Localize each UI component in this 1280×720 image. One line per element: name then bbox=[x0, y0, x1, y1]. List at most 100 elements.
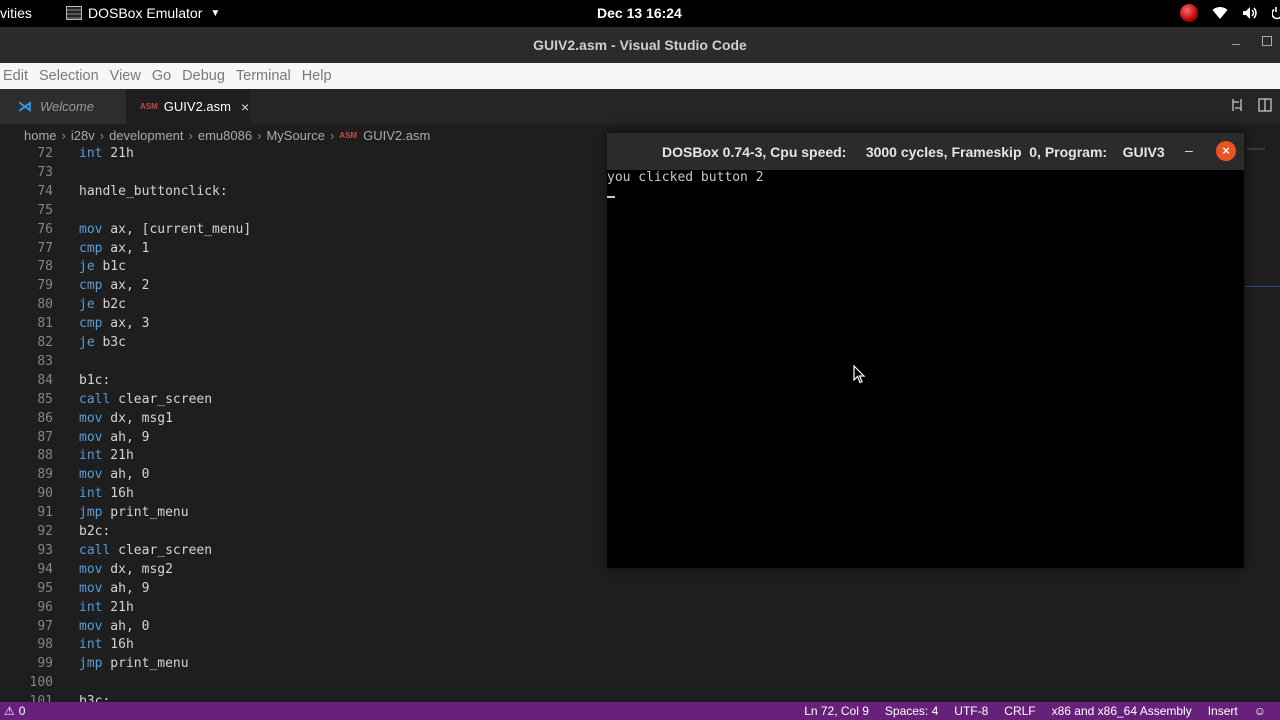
code-line[interactable]: 101 b3c: bbox=[10, 692, 1280, 702]
breadcrumb-file[interactable]: GUIV2.asm bbox=[363, 128, 430, 143]
code-operands: ah, 9 bbox=[102, 429, 150, 445]
wifi-icon[interactable] bbox=[1212, 6, 1228, 20]
code-text: handle_buttonclick: bbox=[79, 182, 228, 201]
cursor-position[interactable]: Ln 72, Col 9 bbox=[796, 704, 877, 718]
dosbox-window[interactable]: DOSBox 0.74-3, Cpu speed: 3000 cycles, F… bbox=[607, 133, 1244, 568]
language-mode[interactable]: x86 and x86_64 Assembly bbox=[1044, 704, 1200, 718]
minimap-slider[interactable] bbox=[1245, 286, 1280, 287]
feedback-smiley-icon[interactable]: ☺ bbox=[1246, 704, 1274, 718]
code-operands: 16h bbox=[102, 637, 134, 653]
minimize-button[interactable]: – bbox=[1232, 35, 1240, 51]
dosbox-output-line: you clicked button 2 bbox=[607, 170, 764, 185]
code-text: call clear_screen bbox=[79, 541, 212, 560]
instruction-keyword: jmp bbox=[79, 656, 103, 672]
code-text: mov ax, [current_menu] bbox=[79, 220, 251, 239]
line-number: 92 bbox=[37, 524, 53, 539]
breadcrumb-i28v[interactable]: i28v bbox=[71, 128, 95, 143]
code-line[interactable]: 97 mov ah, 0 bbox=[10, 617, 1280, 636]
split-editor-icon[interactable] bbox=[1258, 98, 1272, 112]
encoding[interactable]: UTF-8 bbox=[946, 704, 996, 718]
code-text: int 21h bbox=[79, 446, 134, 465]
line-ending[interactable]: CRLF bbox=[996, 704, 1043, 718]
problems-count: 0 bbox=[18, 704, 26, 718]
code-line[interactable]: 99 jmp print_menu bbox=[10, 654, 1280, 673]
status-bar: ⚠ 0 Ln 72, Col 9 Spaces: 4 UTF-8 CRLF x8… bbox=[0, 702, 1280, 720]
window-title-bar[interactable]: GUIV2.asm - Visual Studio Code – bbox=[0, 27, 1280, 63]
line-number: 99 bbox=[37, 656, 53, 672]
line-number: 86 bbox=[37, 410, 53, 426]
record-indicator-icon[interactable] bbox=[1180, 4, 1198, 22]
line-number: 77 bbox=[37, 240, 53, 256]
instruction-keyword: int bbox=[79, 146, 103, 161]
dosbox-close-button[interactable]: × bbox=[1216, 141, 1236, 161]
line-number: 95 bbox=[37, 580, 53, 596]
app-menu[interactable]: DOSBox Emulator ▼ bbox=[66, 5, 220, 21]
code-text: int 21h bbox=[79, 598, 134, 617]
menu-view[interactable]: View bbox=[106, 68, 145, 84]
power-icon[interactable] bbox=[1272, 6, 1280, 20]
line-number: 97 bbox=[37, 618, 53, 634]
code-operands: b3c: bbox=[79, 694, 111, 702]
dosbox-screen[interactable]: you clicked button 2 bbox=[607, 170, 1244, 568]
tab-guiv2-asm[interactable]: ASM GUIV2.asm × bbox=[126, 89, 250, 124]
menu-help[interactable]: Help bbox=[298, 68, 336, 84]
line-number: 93 bbox=[37, 542, 53, 558]
breadcrumb: home › i28v › development › emu8086 › MySour… bbox=[24, 126, 430, 144]
code-line[interactable]: 98 int 16h bbox=[10, 635, 1280, 654]
instruction-keyword: mov bbox=[79, 561, 103, 577]
code-operands: ah, 9 bbox=[102, 580, 150, 596]
code-text: mov ah, 9 bbox=[79, 579, 149, 598]
indentation[interactable]: Spaces: 4 bbox=[877, 704, 946, 718]
breadcrumb-home[interactable]: home bbox=[24, 128, 57, 143]
instruction-keyword: int bbox=[79, 486, 103, 502]
instruction-keyword: je bbox=[79, 335, 95, 350]
instruction-keyword: jmp bbox=[79, 505, 103, 521]
input-mode[interactable]: Insert bbox=[1200, 704, 1246, 718]
volume-icon[interactable] bbox=[1242, 6, 1258, 20]
code-text: cmp ax, 1 bbox=[79, 239, 149, 258]
code-operands: ax, [current_menu] bbox=[102, 221, 252, 237]
breadcrumb-mysource[interactable]: MySource bbox=[266, 128, 325, 143]
line-number: 72 bbox=[37, 146, 53, 161]
code-text: je b1c bbox=[79, 257, 126, 276]
code-text: mov dx, msg2 bbox=[79, 560, 173, 579]
line-number: 76 bbox=[37, 221, 53, 237]
line-number: 74 bbox=[37, 183, 53, 199]
dosbox-title-bar[interactable]: DOSBox 0.74-3, Cpu speed: 3000 cycles, F… bbox=[607, 133, 1244, 170]
dosbox-minimize-button[interactable]: – bbox=[1185, 142, 1193, 158]
breadcrumb-development[interactable]: development bbox=[109, 128, 183, 143]
clock[interactable]: Dec 13 16:24 bbox=[597, 5, 682, 21]
menu-terminal[interactable]: Terminal bbox=[232, 68, 295, 84]
code-operands: ah, 0 bbox=[102, 618, 150, 634]
menu-edit[interactable]: Edit bbox=[0, 68, 32, 84]
code-text: int 16h bbox=[79, 484, 134, 503]
minimap[interactable] bbox=[1247, 148, 1265, 150]
code-operands: print_menu bbox=[102, 656, 189, 672]
tab-welcome[interactable]: ⋊ Welcome bbox=[0, 89, 126, 124]
instruction-keyword: int bbox=[79, 637, 103, 653]
line-number: 91 bbox=[37, 505, 53, 521]
problems-indicator[interactable]: ⚠ 0 bbox=[4, 704, 25, 718]
code-text: cmp ax, 2 bbox=[79, 276, 149, 295]
code-operands: b1c bbox=[94, 259, 126, 275]
breadcrumb-emu8086[interactable]: emu8086 bbox=[198, 128, 252, 143]
code-line[interactable]: 95 mov ah, 9 bbox=[10, 579, 1280, 598]
maximize-button[interactable] bbox=[1262, 36, 1272, 46]
code-text: int 21h bbox=[79, 145, 134, 163]
instruction-keyword: int bbox=[79, 448, 103, 464]
code-line[interactable]: 100 bbox=[10, 673, 1280, 692]
code-operands: dx, msg1 bbox=[102, 410, 173, 426]
menu-selection[interactable]: Selection bbox=[35, 68, 103, 84]
code-operands: 21h bbox=[102, 146, 134, 161]
code-operands: dx, msg2 bbox=[102, 561, 173, 577]
code-text: je b2c bbox=[79, 295, 126, 314]
activities-button[interactable]: vities bbox=[0, 5, 32, 21]
open-changes-icon[interactable] bbox=[1230, 98, 1244, 112]
menu-debug[interactable]: Debug bbox=[178, 68, 229, 84]
instruction-keyword: int bbox=[79, 599, 103, 615]
system-tray[interactable] bbox=[1180, 3, 1280, 23]
line-number: 94 bbox=[37, 561, 53, 577]
code-line[interactable]: 96 int 21h bbox=[10, 598, 1280, 617]
close-tab-icon[interactable]: × bbox=[241, 99, 249, 115]
menu-go[interactable]: Go bbox=[148, 68, 175, 84]
